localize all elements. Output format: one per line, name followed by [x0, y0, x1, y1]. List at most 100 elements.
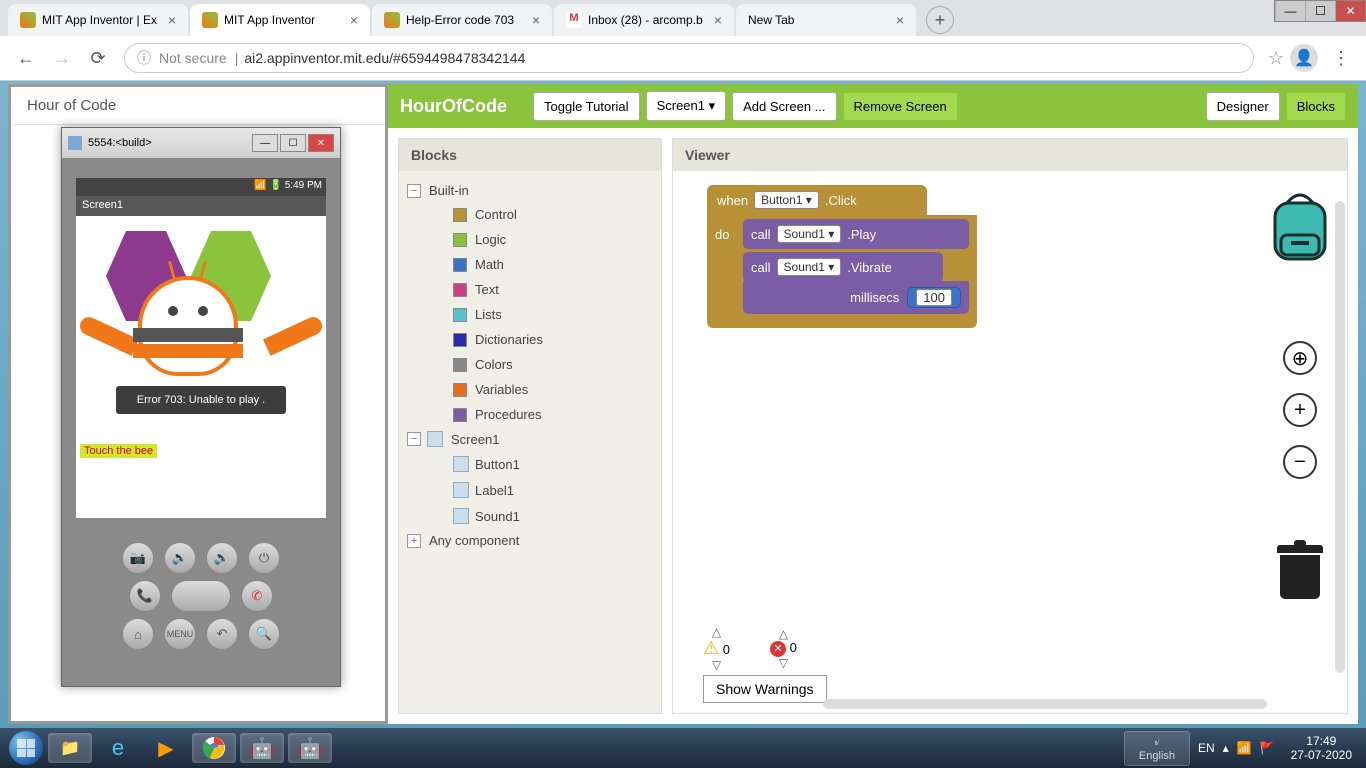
triangle-down-icon[interactable]: ▽: [779, 657, 788, 669]
expand-icon[interactable]: +: [407, 534, 421, 548]
browser-tab[interactable]: New Tab ×: [736, 4, 916, 36]
power-button[interactable]: ⏻: [248, 542, 280, 574]
reload-button[interactable]: ⟳: [84, 44, 112, 72]
home-button[interactable]: ⌂: [122, 618, 154, 650]
minimize-button[interactable]: —: [1275, 1, 1305, 21]
android-taskbar-icon[interactable]: 🤖: [288, 733, 332, 763]
toggle-tutorial-button[interactable]: Toggle Tutorial: [533, 92, 640, 121]
emulator-maximize[interactable]: ☐: [280, 134, 306, 152]
category-item[interactable]: Text: [425, 277, 655, 302]
new-tab-button[interactable]: +: [926, 6, 954, 34]
emulator-taskbar-icon[interactable]: 🤖: [240, 733, 284, 763]
remove-screen-button[interactable]: Remove Screen: [843, 92, 958, 121]
back-hw-button[interactable]: ↶: [206, 618, 238, 650]
triangle-up-icon[interactable]: △: [712, 626, 721, 638]
collapse-icon[interactable]: −: [407, 184, 421, 198]
show-warnings-button[interactable]: Show Warnings: [703, 675, 827, 703]
media-player-taskbar-icon[interactable]: ▶: [144, 733, 188, 763]
profile-avatar[interactable]: 👤: [1290, 44, 1318, 72]
call-vibrate-block[interactable]: call Sound1 ▾ .Vibrate: [743, 252, 943, 282]
browser-menu-icon[interactable]: ⋮: [1332, 48, 1350, 69]
backpack-icon[interactable]: [1267, 191, 1333, 265]
tab-close-icon[interactable]: ×: [350, 12, 358, 28]
component-item[interactable]: Button1: [425, 451, 655, 477]
vol-up-button[interactable]: 🔊: [206, 542, 238, 574]
browser-tab-active[interactable]: MIT App Inventor ×: [190, 4, 370, 36]
chrome-taskbar-icon[interactable]: [192, 733, 236, 763]
emulator-screen[interactable]: 📶 🔋 5:49 PM Screen1: [76, 178, 326, 518]
screen-dropdown[interactable]: Screen1 ▾: [646, 91, 727, 121]
event-block-group[interactable]: when Button1 ▾ .Click do call Sound1 ▾ .…: [707, 185, 977, 328]
app-content[interactable]: Error 703: Unable to play . Touch the be…: [76, 216, 326, 466]
center-icon[interactable]: ⊕: [1283, 341, 1317, 375]
end-call-button[interactable]: ✆: [241, 580, 273, 612]
blocks-workspace[interactable]: when Button1 ▾ .Click do call Sound1 ▾ .…: [673, 171, 1347, 713]
vertical-scrollbar[interactable]: [1335, 201, 1345, 673]
component-dropdown[interactable]: Button1 ▾: [754, 191, 819, 209]
warning-counter[interactable]: △ ⚠ 0 ▽: [703, 626, 730, 671]
clock[interactable]: 17:49 27-07-2020: [1291, 734, 1352, 763]
tab-close-icon[interactable]: ×: [896, 12, 904, 28]
dpad[interactable]: [171, 580, 231, 612]
component-item[interactable]: Sound1: [425, 503, 655, 529]
error-counter[interactable]: △ ✕ 0 ▽: [770, 628, 797, 669]
start-button[interactable]: [6, 728, 46, 768]
emulator-titlebar[interactable]: 5554:<build> — ☐ ✕: [62, 128, 340, 158]
back-button[interactable]: ←: [12, 44, 40, 72]
emulator-minimize[interactable]: —: [252, 134, 278, 152]
call-button[interactable]: 📞: [129, 580, 161, 612]
bookmark-icon[interactable]: ☆: [1268, 48, 1284, 69]
input-lang[interactable]: EN: [1198, 741, 1215, 755]
search-hw-button[interactable]: 🔍: [248, 618, 280, 650]
millisecs-param[interactable]: millisecs 100: [743, 281, 969, 314]
blocks-button[interactable]: Blocks: [1286, 92, 1346, 121]
triangle-up-icon[interactable]: △: [779, 628, 788, 640]
number-block[interactable]: 100: [907, 287, 961, 308]
collapse-icon[interactable]: −: [407, 432, 421, 446]
tab-close-icon[interactable]: ×: [168, 12, 176, 28]
category-item[interactable]: Control: [425, 202, 655, 227]
tab-close-icon[interactable]: ×: [532, 12, 540, 28]
designer-button[interactable]: Designer: [1206, 92, 1280, 121]
wifi-icon[interactable]: 📶: [1237, 741, 1252, 755]
category-item[interactable]: Variables: [425, 377, 655, 402]
screen-tree-node[interactable]: − Screen1: [405, 427, 655, 451]
browser-tab[interactable]: Help-Error code 703 ×: [372, 4, 552, 36]
number-value[interactable]: 100: [916, 289, 952, 306]
add-screen-button[interactable]: Add Screen ...: [732, 92, 836, 121]
zoom-out-icon[interactable]: −: [1283, 445, 1317, 479]
forward-button[interactable]: →: [48, 44, 76, 72]
category-item[interactable]: Math: [425, 252, 655, 277]
maximize-button[interactable]: ☐: [1305, 1, 1335, 21]
component-dropdown[interactable]: Sound1 ▾: [777, 225, 842, 243]
horizontal-scrollbar[interactable]: [823, 699, 1267, 709]
camera-button[interactable]: 📷: [122, 542, 154, 574]
tab-close-icon[interactable]: ×: [714, 12, 722, 28]
vol-down-button[interactable]: 🔉: [164, 542, 196, 574]
explorer-taskbar-icon[interactable]: 📁: [48, 733, 92, 763]
close-button[interactable]: ✕: [1335, 1, 1365, 21]
category-item[interactable]: Lists: [425, 302, 655, 327]
zoom-in-icon[interactable]: +: [1283, 393, 1317, 427]
browser-tab[interactable]: M Inbox (28) - arcomp.b ×: [554, 4, 734, 36]
triangle-down-icon[interactable]: ▽: [712, 659, 721, 671]
builtin-tree-node[interactable]: − Built-in: [405, 179, 655, 202]
category-item[interactable]: Colors: [425, 352, 655, 377]
any-component-node[interactable]: + Any component: [405, 529, 655, 552]
url-input[interactable]: ⓘ Not secure | ai2.appinventor.mit.edu/#…: [124, 43, 1254, 73]
language-bar[interactable]: ৶ English: [1124, 731, 1190, 766]
ie-taskbar-icon[interactable]: e: [96, 733, 140, 763]
component-item[interactable]: Label1: [425, 477, 655, 503]
trash-icon[interactable]: [1277, 545, 1323, 603]
tray-chevron-icon[interactable]: ▴: [1223, 741, 1229, 755]
menu-button[interactable]: MENU: [164, 618, 196, 650]
emulator-close[interactable]: ✕: [308, 134, 334, 152]
flag-icon[interactable]: 🚩: [1260, 741, 1275, 755]
call-play-block[interactable]: call Sound1 ▾ .Play: [743, 219, 969, 249]
category-item[interactable]: Dictionaries: [425, 327, 655, 352]
category-item[interactable]: Procedures: [425, 402, 655, 427]
browser-tab[interactable]: MIT App Inventor | Ex ×: [8, 4, 188, 36]
component-dropdown[interactable]: Sound1 ▾: [777, 258, 842, 276]
when-block[interactable]: when Button1 ▾ .Click: [707, 185, 927, 215]
category-item[interactable]: Logic: [425, 227, 655, 252]
